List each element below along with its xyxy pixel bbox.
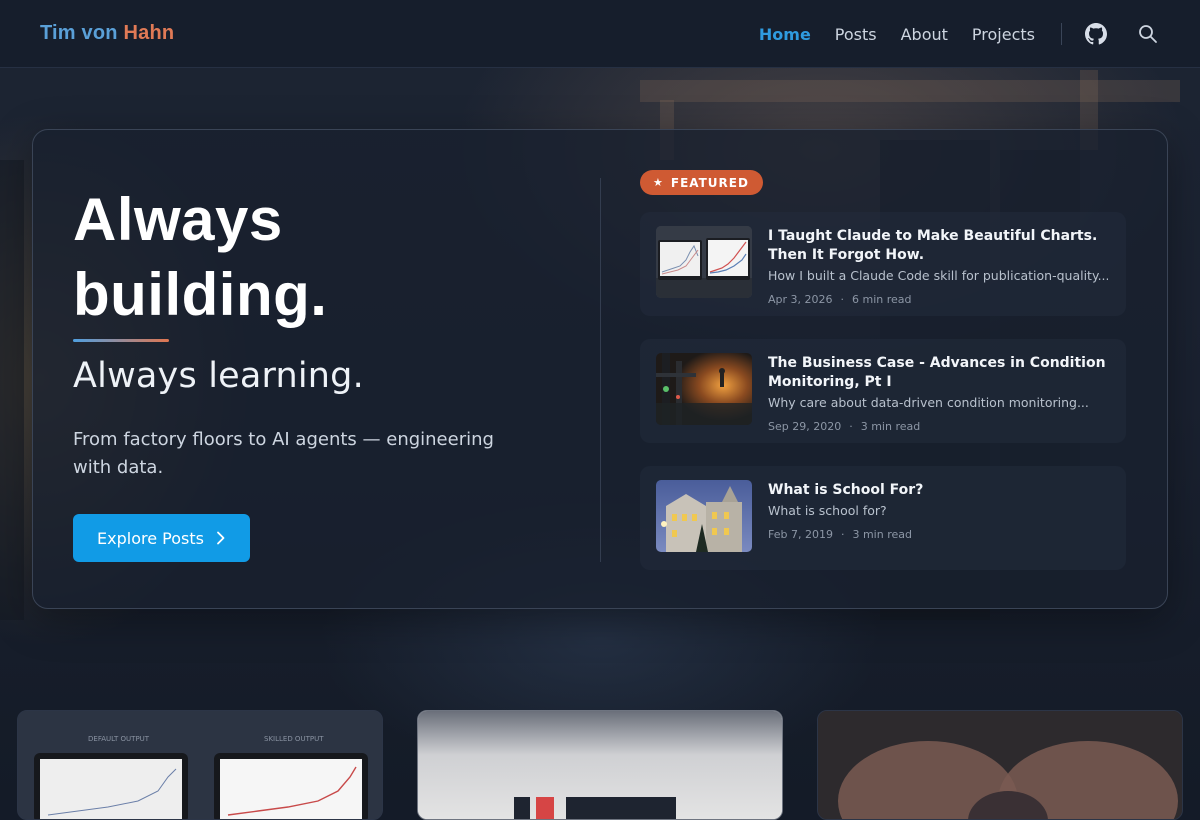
post-card-charts[interactable]: DEFAULT OUTPUT SKILLED OUTPUT [17, 710, 383, 820]
post-excerpt: What is school for? [768, 503, 887, 518]
explore-posts-button[interactable]: Explore Posts [73, 514, 250, 562]
post-thumbnail-school [656, 480, 752, 552]
featured-post-card[interactable]: What is School For? What is school for? … [640, 466, 1126, 570]
post-read-time: 3 min read [852, 528, 912, 541]
hero-title: Always building. [73, 182, 533, 332]
post-excerpt: How I built a Claude Code skill for publ… [768, 268, 1108, 283]
hero-title-line-2: building. [73, 261, 328, 328]
featured-badge: ★ FEATURED [640, 170, 763, 195]
post-title: I Taught Claude to Make Beautiful Charts… [768, 228, 1098, 263]
chevron-right-icon [216, 531, 226, 545]
hero-subtitle: Always learning. [73, 356, 364, 396]
site-logo[interactable]: Tim von Hahn [40, 22, 174, 45]
brand-last-name: Hahn [123, 22, 175, 44]
nav-divider [1061, 23, 1062, 45]
gradient-accent-rule [73, 339, 169, 342]
post-date: Apr 3, 2026 [768, 293, 833, 306]
post-meta: Feb 7, 2019 · 3 min read [768, 528, 912, 541]
post-title: The Business Case - Advances in Conditio… [768, 355, 1106, 390]
nav-projects-link[interactable]: Projects [972, 25, 1035, 44]
post-title: What is School For? [768, 482, 924, 498]
card-thumbnail-hands [818, 711, 1182, 819]
post-read-time: 6 min read [852, 293, 912, 306]
star-icon: ★ [653, 176, 664, 189]
post-date: Feb 7, 2019 [768, 528, 833, 541]
github-icon[interactable] [1084, 22, 1108, 46]
featured-post-card[interactable]: The Business Case - Advances in Conditio… [640, 339, 1126, 443]
card-thumbnail-logo [418, 711, 782, 819]
post-excerpt: Why care about data-driven condition mon… [768, 395, 1089, 410]
nav-posts-link[interactable]: Posts [835, 25, 877, 44]
featured-post-card[interactable]: I Taught Claude to Make Beautiful Charts… [640, 212, 1126, 316]
hero-divider [600, 178, 601, 562]
nav-home-link[interactable]: Home [759, 25, 811, 44]
featured-label: FEATURED [670, 175, 749, 190]
post-meta: Apr 3, 2026 · 6 min read [768, 293, 912, 306]
post-card-hands[interactable] [817, 710, 1183, 820]
post-thumbnail-charts [656, 226, 752, 298]
hero-card: Always building. Always learning. From f… [32, 129, 1168, 609]
nav-links: Home Posts About Projects [735, 0, 1160, 68]
hero-title-line-1: Always [73, 186, 283, 253]
explore-posts-label: Explore Posts [97, 528, 204, 548]
search-icon[interactable] [1136, 22, 1160, 46]
post-thumbnail-factory [656, 353, 752, 425]
post-meta: Sep 29, 2020 · 3 min read [768, 420, 921, 433]
card-label-skilled: SKILLED OUTPUT [264, 735, 324, 743]
post-card-logo[interactable] [417, 710, 783, 820]
hero-description: From factory floors to AI agents — engin… [73, 429, 494, 478]
card-thumbnail-charts: DEFAULT OUTPUT SKILLED OUTPUT [18, 711, 382, 819]
post-date: Sep 29, 2020 [768, 420, 842, 433]
post-read-time: 3 min read [860, 420, 921, 433]
top-navbar: Tim von Hahn Home Posts About Projects [0, 0, 1200, 68]
card-label-default: DEFAULT OUTPUT [88, 735, 150, 743]
nav-about-link[interactable]: About [901, 25, 948, 44]
brand-first-name: Tim von [40, 22, 118, 44]
